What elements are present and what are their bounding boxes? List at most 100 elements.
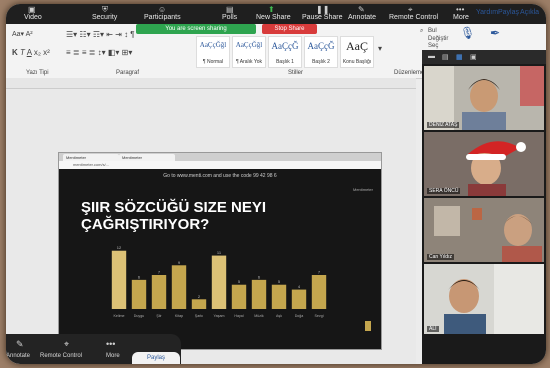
chart-category-label: Aşk <box>276 314 282 318</box>
chart-bar <box>311 275 327 309</box>
pause-icon: ❚❚ <box>316 5 330 14</box>
annotate-button[interactable]: Annotate <box>6 353 30 359</box>
chart-category-label: Hayal <box>234 314 243 318</box>
editing-group: ⌕ Bul Değiştir Seç 🎙 ✒ <box>416 24 546 50</box>
group-label-paragraph: Paragraf <box>116 70 140 76</box>
list-buttons[interactable]: ☰▾ ☷▾ ☶▾ ⇤ ⇥ ↕ ¶ <box>66 30 135 39</box>
participants-icon: ☺ <box>158 5 167 14</box>
chart-bar <box>131 279 147 309</box>
select-button[interactable]: Seç <box>428 43 438 49</box>
word-share-tab[interactable]: Paylaş <box>132 352 180 364</box>
style-name: Konu Başlığı <box>342 59 372 65</box>
zoom-share-toolbar: ▣ Video ⛨ Security ☺ Participants ▤ Poll… <box>6 4 546 24</box>
participant-name: DENİZ ATAŞ <box>427 122 460 128</box>
dictate-icon[interactable]: 🎙 <box>460 26 475 40</box>
group-label-font: Yazı Tipi <box>26 70 49 76</box>
minimize-icon[interactable]: ▬ <box>428 53 435 60</box>
font-format-buttons[interactable]: K T A x₂ x² <box>12 48 50 57</box>
participant-tile[interactable]: Can Yıldız <box>424 198 544 262</box>
slide-nav-indicator <box>365 321 371 331</box>
annotate-icon: ✎ <box>358 5 365 14</box>
chart-value-label: 12 <box>117 245 122 250</box>
chart-category-label: Duygu <box>134 314 144 318</box>
chart-bar <box>271 284 287 309</box>
share-icon: ⬆ <box>268 5 275 14</box>
participant-video <box>424 198 544 262</box>
browser-tab[interactable]: Mentimeter <box>63 154 119 161</box>
video-icon: ▣ <box>28 5 36 14</box>
replace-button[interactable]: Değiştir <box>428 36 448 42</box>
editor-icon[interactable]: ✒ <box>490 26 500 40</box>
style-heading-1[interactable]: AaÇçĞ Başlık 1 <box>268 36 302 68</box>
participant-tile[interactable]: ALİ <box>424 264 544 334</box>
find-button[interactable]: Bul <box>428 28 437 34</box>
zoom-participants-button[interactable]: Participants <box>144 14 181 21</box>
speaker-view-icon[interactable]: ▣ <box>470 53 477 61</box>
style-title[interactable]: AaÇ Konu Başlığı <box>340 36 374 68</box>
group-label-editing: Düzenleme <box>394 70 425 76</box>
gallery-view-icon[interactable]: ▦ <box>456 53 463 61</box>
chart-category-label: Doğa <box>295 314 304 318</box>
chart-value-label: 11 <box>217 250 222 255</box>
zoom-pause-share-button[interactable]: Pause Share <box>302 14 342 21</box>
style-heading-2[interactable]: AaÇçĞ Başlık 2 <box>304 36 338 68</box>
chart-value-label: 7 <box>158 270 161 275</box>
alignment-buttons[interactable]: ≡ ≣ ≡ ≣ ↕▾ ◧▾ ⊞▾ <box>66 48 132 57</box>
style-sample: AaÇçĞğl <box>235 41 263 49</box>
more-button[interactable]: More <box>106 353 120 359</box>
zoom-new-share-button[interactable]: New Share <box>256 14 291 21</box>
browser-tab[interactable]: Mentimeter <box>119 154 175 161</box>
zoom-annotate-button[interactable]: Annotate <box>348 14 376 21</box>
style-name: Başlık 2 <box>312 59 330 65</box>
group-label-styles: Stiller <box>288 70 304 76</box>
more-icon: ••• <box>456 5 465 14</box>
chart-bar <box>191 299 207 309</box>
screen-sharing-indicator: You are screen sharing <box>136 24 256 34</box>
zoom-video-button[interactable]: Video <box>24 14 42 21</box>
zoom-remote-control-button[interactable]: Remote Control <box>389 14 438 21</box>
zoom-more-button[interactable]: More <box>453 14 469 21</box>
chart-category-label: Sevgi <box>315 314 324 318</box>
results-bar-chart: 12 Kelime 6 Duygu 7 Şiir 9 Kitap 2 Şarkı 11 Yaşam 5 H… <box>111 245 327 318</box>
style-sample: AaÇ <box>346 39 368 53</box>
style-normal[interactable]: AaÇçĞğl ¶ Normal <box>196 36 230 68</box>
document-ruler <box>6 78 416 89</box>
participant-video <box>424 264 544 334</box>
find-icon: ⌕ <box>420 28 424 34</box>
participant-video <box>424 132 544 196</box>
screen-frame: ▣ Video ⛨ Security ☺ Participants ▤ Poll… <box>6 4 546 364</box>
chart-bar <box>291 289 307 309</box>
mentimeter-logo: Mentimeter <box>352 187 373 192</box>
participant-tile[interactable]: SERA ÖNCÜ <box>424 132 544 196</box>
stop-share-button[interactable]: Stop Share <box>262 24 317 34</box>
chart-category-label: Şiir <box>156 314 162 318</box>
styles-expand-icon[interactable]: ▾ <box>378 44 382 53</box>
style-no-spacing[interactable]: AaÇçĞğl ¶ Aralık Yok <box>232 36 266 68</box>
chart-bar <box>171 265 187 309</box>
remote-control-button[interactable]: Remote Control <box>40 353 82 359</box>
video-gallery: ▬ ▤ ▦ ▣ DENİZ ATAŞ SERA ÖNCÜ Can Yıldız … <box>422 50 546 364</box>
browser-address-bar[interactable]: mentimeter.com/s/... <box>59 161 381 169</box>
join-instructions: Go to www.menti.com and use the code 99 … <box>163 173 277 179</box>
remote-control-icon: ⌖ <box>64 339 70 349</box>
zoom-security-button[interactable]: Security <box>92 14 117 21</box>
chart-bar <box>231 284 247 309</box>
style-sample: AaÇçĞ <box>307 41 335 51</box>
chart-bar <box>111 250 127 309</box>
chart-bar <box>151 275 167 309</box>
annotate-icon: ✎ <box>16 339 24 349</box>
mentimeter-slide: Go to www.menti.com and use the code 99 … <box>59 169 381 349</box>
chart-bar <box>251 279 267 309</box>
word-tab-share[interactable]: Paylaş <box>498 9 519 16</box>
participant-name: ALİ <box>427 326 439 332</box>
layout-icon[interactable]: ▤ <box>442 53 449 61</box>
chart-category-label: Müzik <box>254 314 264 318</box>
zoom-polls-button[interactable]: Polls <box>222 14 237 21</box>
chart-value-label: 7 <box>318 270 321 275</box>
more-icon: ••• <box>106 339 116 349</box>
word-tab-comments[interactable]: Açıkla <box>520 9 539 16</box>
word-tab-help[interactable]: Yardım <box>476 9 498 16</box>
participant-tile[interactable]: DENİZ ATAŞ <box>424 66 544 130</box>
font-size-controls[interactable]: Aa▾ A² <box>12 30 33 38</box>
chart-value-label: 9 <box>178 260 181 265</box>
